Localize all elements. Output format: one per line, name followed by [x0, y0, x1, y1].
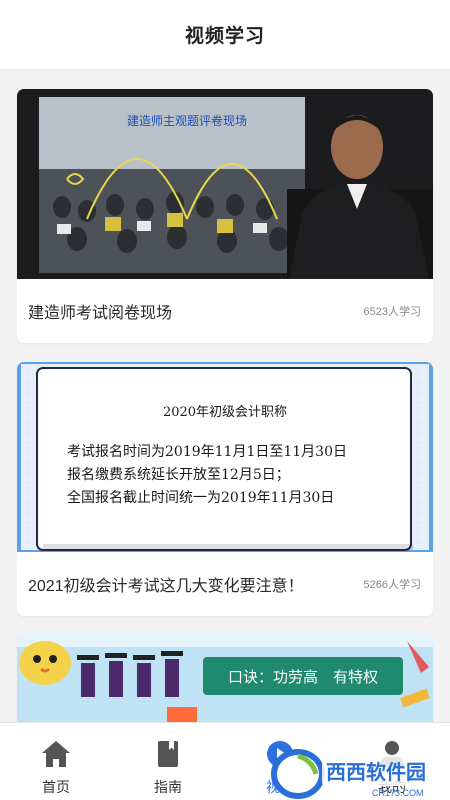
tab-label: 首页 — [42, 779, 70, 795]
notice-text: 2020年初级会计职称 考试报名时间为2019年11月1日至11月30日 报名缴… — [17, 362, 433, 552]
banner-text: 口诀：功劳高 有特权 — [228, 669, 378, 686]
page-title: 视频学习 — [184, 26, 265, 47]
video-card[interactable]: 建造师主观题评卷现场 建造师考试阅卷现场 6523人学习 — [17, 89, 433, 343]
classroom-scene-image: 建造师主观题评卷现场 — [17, 89, 433, 279]
video-card-footer: 2021初级会计考试这几大变化要注意！ 5266人学习 — [17, 552, 433, 616]
video-title: 2021初级会计考试这几大变化要注意！ — [28, 578, 304, 595]
tab-guide[interactable]: 指南 — [112, 723, 224, 800]
video-list[interactable]: 建造师主观题评卷现场 建造师考试阅卷现场 6523人学习 2020年初级会计职称… — [0, 70, 450, 722]
notice-heading: 2020年初级会计职称 — [162, 405, 288, 420]
video-card[interactable]: 2020年初级会计职称 考试报名时间为2019年11月1日至11月30日 报名缴… — [17, 362, 433, 616]
book-icon — [158, 741, 178, 767]
tab-home[interactable]: 首页 — [0, 723, 112, 800]
learner-count: 5266人学习 — [363, 579, 421, 591]
video-title: 建造师考试阅卷现场 — [28, 305, 173, 322]
notice-line: 报名缴费系统延长开放至12月5日； — [67, 467, 290, 483]
graduation-banner-image: 口诀：功劳高 有特权 — [17, 633, 433, 722]
watermark-brand: 西西软件园 — [326, 760, 426, 784]
notice-line: 全国报名截止时间统一为2019年11月30日 — [67, 490, 335, 506]
learner-count: 6523人学习 — [363, 306, 421, 318]
thumbnail-caption: 建造师主观题评卷现场 — [127, 113, 247, 128]
video-card[interactable]: 口诀：功劳高 有特权 — [17, 633, 433, 722]
tab-label: 指南 — [154, 779, 182, 795]
notice-line: 考试报名时间为2019年11月1日至11月30日 — [67, 444, 347, 460]
video-thumbnail[interactable]: 建造师主观题评卷现场 — [17, 89, 433, 279]
video-card-footer: 建造师考试阅卷现场 6523人学习 — [17, 279, 433, 343]
video-thumbnail[interactable]: 2020年初级会计职称 考试报名时间为2019年11月1日至11月30日 报名缴… — [17, 362, 433, 552]
watermark-url: CR173.COM — [372, 788, 424, 798]
watermark-logo: 西西软件园 CR173.COM — [271, 749, 446, 799]
video-thumbnail[interactable]: 口诀：功劳高 有特权 — [17, 633, 433, 722]
home-icon — [42, 741, 70, 767]
top-bar: 视频学习 — [0, 0, 450, 70]
